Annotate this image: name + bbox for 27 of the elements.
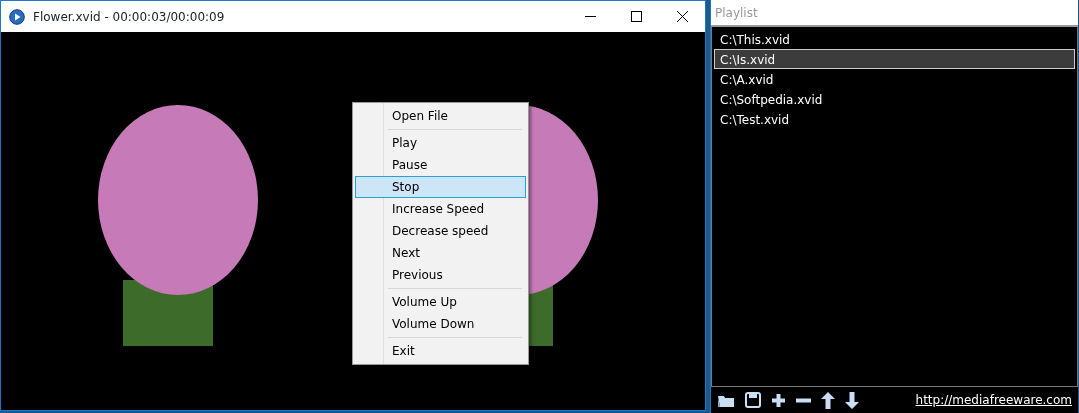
playlist-item[interactable]: C:\Softpedia.xvid (714, 89, 1075, 109)
playlist-item[interactable]: C:\A.xvid (714, 69, 1075, 89)
menu-item[interactable]: Play (355, 132, 526, 154)
up-arrow-icon[interactable] (821, 391, 835, 409)
menu-item[interactable]: Volume Down (355, 313, 526, 335)
menu-item[interactable]: Next (355, 242, 526, 264)
plus-icon[interactable] (771, 392, 786, 408)
menu-item[interactable]: Exit (355, 340, 526, 362)
play-icon (9, 8, 25, 25)
menu-item[interactable]: Stop (355, 176, 526, 198)
save-icon[interactable] (745, 392, 761, 408)
menu-item[interactable]: Decrease speed (355, 220, 526, 242)
playlist-item[interactable]: C:\Is.xvid (714, 49, 1075, 69)
website-link[interactable]: http://mediafreeware.com (915, 391, 1072, 409)
window-title: Flower.xvid - 00:00:03/00:00:09 (33, 8, 225, 26)
minus-icon[interactable] (796, 397, 811, 403)
playlist-title: Playlist (711, 0, 1078, 27)
menu-item[interactable]: Open File (355, 105, 526, 127)
maximize-icon (630, 11, 642, 22)
playlist-item[interactable]: C:\This.xvid (714, 29, 1075, 49)
playlist-item[interactable]: C:\Test.xvid (714, 109, 1075, 129)
menu-item[interactable]: Increase Speed (355, 198, 526, 220)
menu-item[interactable]: Volume Up (355, 291, 526, 313)
menu-item[interactable]: Previous (355, 264, 526, 286)
down-arrow-icon[interactable] (845, 391, 859, 409)
close-icon (676, 11, 688, 22)
menu-item[interactable]: Pause (355, 154, 526, 176)
